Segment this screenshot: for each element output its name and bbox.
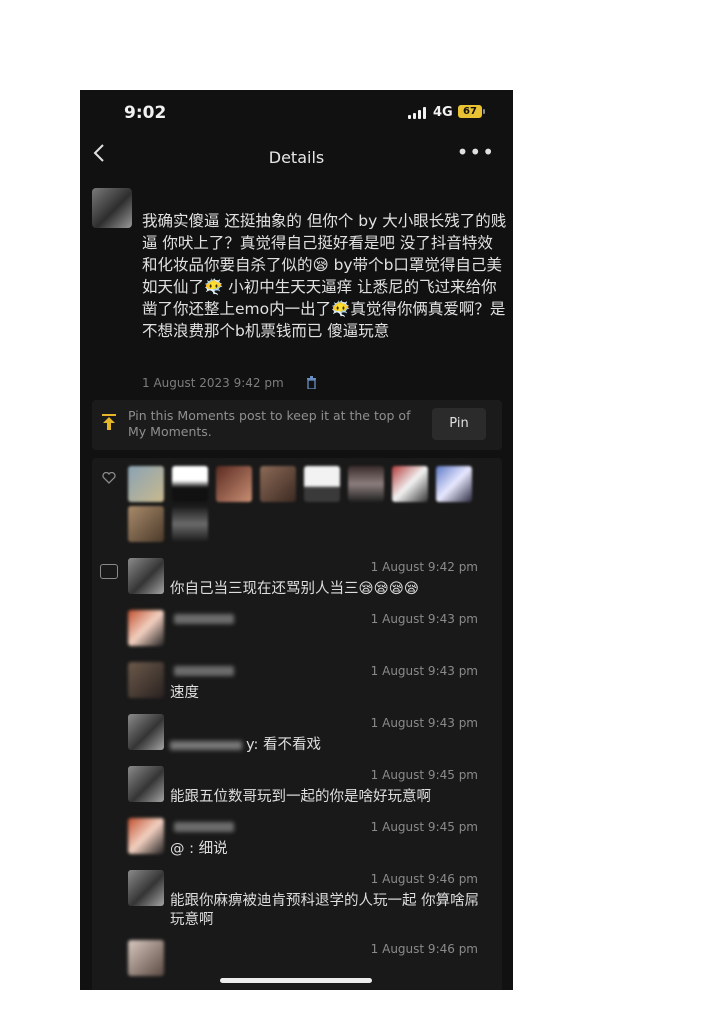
nav-bar: Details ••• bbox=[80, 140, 513, 176]
commenter-avatar[interactable] bbox=[128, 940, 164, 976]
commenter-avatar[interactable] bbox=[128, 870, 164, 906]
more-dots-icon[interactable]: ••• bbox=[457, 140, 495, 164]
comments-section: 1 August 9:42 pm 你自己当三现在还骂别人当三😪😪😪😪 1 Aug… bbox=[92, 544, 502, 990]
comment-icon bbox=[100, 564, 118, 579]
comment-text: 能跟你麻痹被迪肯预科退学的人玩一起 你算啥屌玩意啊 bbox=[170, 893, 480, 928]
post-timestamp: 1 August 2023 9:42 pm bbox=[142, 376, 284, 390]
liker-avatar[interactable] bbox=[304, 466, 340, 502]
status-bar: 9:02 4G 67 bbox=[80, 90, 513, 135]
mention-name[interactable] bbox=[170, 740, 242, 750]
phone-screen: 9:02 4G 67 Details ••• 我确实傻逼 还挺抽象的 但你个 b… bbox=[80, 90, 513, 990]
comment-text: 速度 bbox=[170, 685, 199, 701]
pin-banner: Pin this Moments post to keep it at the … bbox=[92, 400, 502, 450]
likes-section bbox=[92, 458, 502, 544]
post-author-avatar[interactable] bbox=[92, 188, 132, 228]
liker-avatar[interactable] bbox=[260, 466, 296, 502]
comment-body: y: 看不看戏 bbox=[246, 737, 322, 753]
commenter-avatar[interactable] bbox=[128, 662, 164, 698]
liker-avatar[interactable] bbox=[128, 506, 164, 542]
commenter-avatar[interactable] bbox=[128, 610, 164, 646]
pin-top-icon bbox=[102, 414, 116, 434]
pin-banner-text: Pin this Moments post to keep it at the … bbox=[128, 408, 411, 439]
commenter-avatar[interactable] bbox=[128, 558, 164, 594]
comment-text: y: 看不看戏 bbox=[170, 736, 490, 755]
comment-text: @ : 细说 bbox=[170, 841, 228, 857]
comment-time: 1 August 9:46 pm bbox=[370, 872, 478, 886]
status-time: 9:02 bbox=[124, 103, 167, 123]
commenter-avatar[interactable] bbox=[128, 818, 164, 854]
comment-text: 你自己当三现在还骂别人当三😪😪😪😪 bbox=[170, 581, 419, 597]
heart-icon bbox=[102, 471, 116, 488]
liker-avatar[interactable] bbox=[128, 466, 164, 502]
post-text: 我确实傻逼 还挺抽象的 但你个 by 大小眼长残了的贱逼 你吠上了？真觉得自己挺… bbox=[142, 212, 507, 340]
commenter-name[interactable] bbox=[174, 666, 234, 676]
comment-time: 1 August 9:46 pm bbox=[370, 942, 478, 956]
page-title: Details bbox=[268, 148, 325, 167]
signal-icon bbox=[408, 107, 428, 119]
liker-avatar[interactable] bbox=[392, 466, 428, 502]
battery-icon: 67 bbox=[458, 105, 485, 118]
pin-button[interactable]: Pin bbox=[432, 408, 486, 440]
comment-text: 能跟五位数哥玩到一起的你是啥好玩意啊 bbox=[170, 789, 431, 805]
commenter-name[interactable] bbox=[174, 822, 234, 832]
liker-avatar[interactable] bbox=[436, 466, 472, 502]
trash-icon[interactable] bbox=[306, 376, 317, 392]
comment-time: 1 August 9:45 pm bbox=[370, 768, 478, 782]
commenter-name[interactable] bbox=[174, 614, 234, 624]
liker-avatar[interactable] bbox=[172, 466, 208, 502]
commenter-avatar[interactable] bbox=[128, 766, 164, 802]
comment-time: 1 August 9:45 pm bbox=[370, 820, 478, 834]
comment-time: 1 August 9:43 pm bbox=[370, 664, 478, 678]
liker-avatar[interactable] bbox=[348, 466, 384, 502]
commenter-avatar[interactable] bbox=[128, 714, 164, 750]
liker-avatar[interactable] bbox=[216, 466, 252, 502]
comment-time: 1 August 9:43 pm bbox=[370, 612, 478, 626]
liker-avatar[interactable] bbox=[172, 506, 208, 542]
network-type: 4G bbox=[433, 105, 453, 120]
comment-time: 1 August 9:42 pm bbox=[370, 560, 478, 574]
comment-time: 1 August 9:43 pm bbox=[370, 716, 478, 730]
home-indicator[interactable] bbox=[220, 978, 372, 983]
